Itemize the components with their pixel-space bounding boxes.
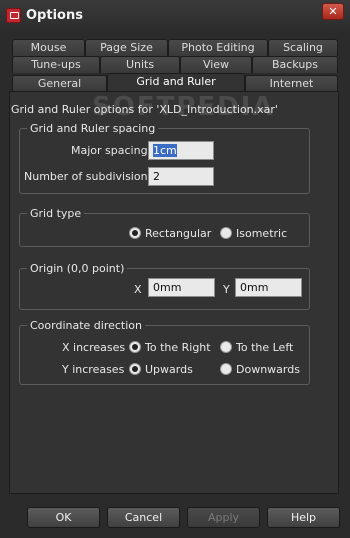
rectangular-label[interactable]: Rectangular (145, 227, 211, 240)
rectangular-radio[interactable] (129, 227, 141, 239)
cancel-button[interactable]: Cancel (107, 507, 180, 528)
tab-tune-ups[interactable]: Tune-ups (12, 56, 100, 73)
origin-x-label: X (134, 283, 142, 296)
close-icon[interactable]: ✕ (328, 5, 337, 18)
tab-view[interactable]: View (180, 56, 252, 73)
help-button[interactable]: Help (267, 507, 340, 528)
tab-photo-editing[interactable]: Photo Editing (168, 39, 268, 56)
isometric-radio[interactable] (220, 227, 232, 239)
to-the-left-label[interactable]: To the Left (236, 341, 293, 354)
tab-page-size[interactable]: Page Size (85, 39, 168, 56)
to-the-right-radio[interactable] (129, 341, 141, 353)
downwards-label[interactable]: Downwards (236, 363, 300, 376)
subdivisions-label: Number of subdivisions (24, 170, 154, 183)
tab-backups[interactable]: Backups (252, 56, 338, 73)
tab-mouse[interactable]: Mouse (12, 39, 85, 56)
subdivisions-input[interactable]: 2 (148, 167, 214, 186)
major-spacing-value[interactable]: 1cm (153, 144, 177, 157)
ok-button[interactable]: OK (27, 507, 100, 528)
origin-y-input[interactable]: 0mm (235, 278, 302, 297)
panel-heading: Grid and Ruler options for 'XLD_Introduc… (11, 103, 278, 116)
coordinate-direction-legend: Coordinate direction (27, 319, 146, 332)
to-the-left-radio[interactable] (220, 341, 232, 353)
downwards-radio[interactable] (220, 363, 232, 375)
spacing-legend: Grid and Ruler spacing (27, 122, 159, 135)
tab-grid-and-ruler[interactable]: Grid and Ruler (107, 73, 245, 92)
upwards-label[interactable]: Upwards (145, 363, 193, 376)
isometric-label[interactable]: Isometric (236, 227, 287, 240)
major-spacing-input[interactable]: 1cm (148, 141, 214, 160)
tab-general[interactable]: General (12, 75, 107, 92)
upwards-radio[interactable] (129, 363, 141, 375)
apply-button[interactable]: Apply (187, 507, 260, 528)
to-the-right-label[interactable]: To the Right (145, 341, 211, 354)
window-title: Options (26, 8, 83, 23)
origin-legend: Origin (0,0 point) (27, 262, 128, 275)
title-bar: Options ✕ (0, 0, 350, 32)
y-increases-label: Y increases (62, 363, 125, 376)
x-increases-label: X increases (62, 341, 126, 354)
tab-scaling[interactable]: Scaling (268, 39, 338, 56)
app-icon (6, 8, 21, 23)
major-spacing-label: Major spacing (71, 144, 148, 157)
origin-x-input[interactable]: 0mm (148, 278, 215, 297)
origin-y-label: Y (223, 283, 230, 296)
close-button[interactable]: ✕ (322, 3, 344, 20)
coordinate-direction-group (19, 325, 310, 385)
tab-units[interactable]: Units (100, 56, 180, 73)
grid-type-legend: Grid type (27, 207, 85, 220)
tab-internet[interactable]: Internet (245, 75, 338, 92)
